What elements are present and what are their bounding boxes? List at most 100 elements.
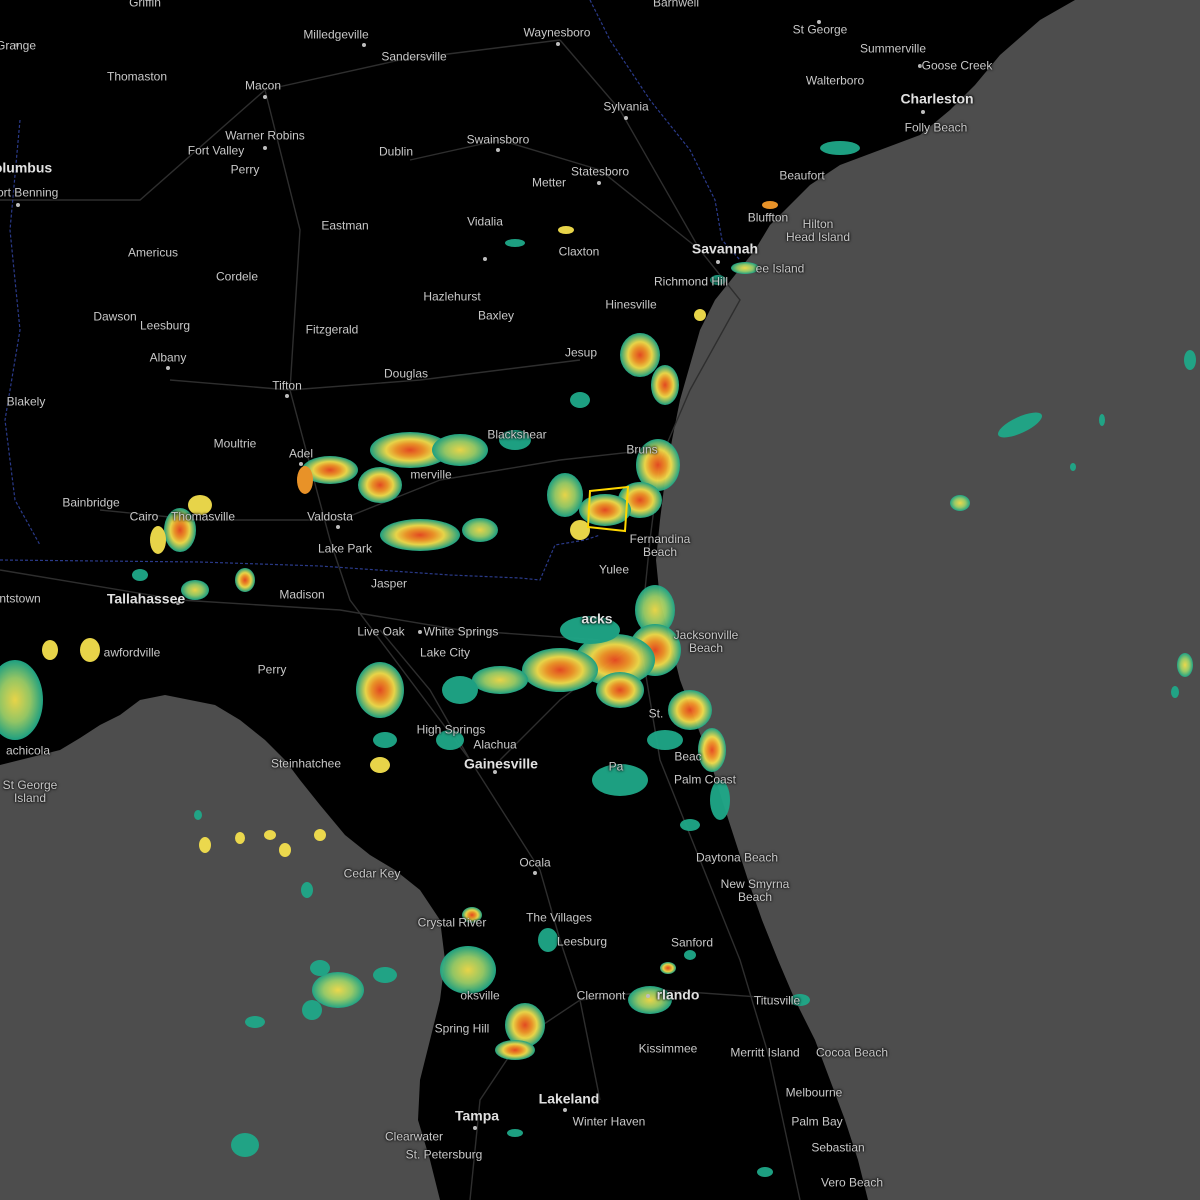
city-label-savannah: Savannah — [691, 240, 759, 257]
city-dot — [362, 43, 366, 47]
city-label-jacksonville-beach: Jacksonville Beach — [673, 628, 739, 655]
city-label-palatka: Pa — [608, 759, 624, 774]
city-label-jasper: Jasper — [370, 576, 408, 591]
city-dot — [263, 95, 267, 99]
radar-map[interactable]: Griffin Barnwell Grange Milledgeville Wa… — [0, 0, 1200, 1200]
city-label-lake-park: Lake Park — [317, 541, 373, 556]
city-label-white-springs: White Springs — [423, 624, 499, 639]
city-label-perry: Perry — [230, 162, 260, 177]
city-label-folly-beach: Folly Beach — [904, 120, 968, 135]
city-label-valdosta: Valdosta — [307, 509, 353, 524]
city-dot — [166, 366, 170, 370]
city-label-statesboro: Statesboro — [570, 164, 630, 179]
city-dot — [483, 257, 487, 261]
city-label-blackshear: Blackshear — [487, 427, 547, 442]
city-label-hazlehurst: Hazlehurst — [423, 289, 481, 304]
city-label-cairo: Cairo — [129, 509, 159, 524]
city-label-cedar-key: Cedar Key — [343, 866, 401, 881]
city-label-clearwater: Clearwater — [384, 1129, 444, 1144]
city-label-palm-coast: Palm Coast — [673, 772, 737, 787]
city-label-clermont: Clermont — [576, 988, 626, 1003]
city-label-st-george-island: St George Island — [2, 778, 58, 805]
city-label-live-oak: Live Oak — [357, 624, 405, 639]
city-label-tifton: Tifton — [272, 378, 302, 393]
city-label-brooksville: oksville — [460, 988, 500, 1003]
city-label-palm-bay: Palm Bay — [791, 1114, 843, 1129]
city-dot — [597, 181, 601, 185]
city-label-cocoa-beach: Cocoa Beach — [815, 1045, 889, 1060]
city-label-merritt-island: Merritt Island — [730, 1045, 800, 1060]
city-label-thomaston: Thomaston — [106, 69, 168, 84]
city-dot — [563, 1108, 567, 1112]
city-label-steinhatchee: Steinhatchee — [270, 756, 342, 771]
city-label-sanford: Sanford — [670, 935, 714, 950]
city-label-claxton: Claxton — [558, 244, 600, 259]
city-label-richmond-hill: Richmond Hill — [653, 274, 729, 289]
city-label-thomasville: Thomasville — [170, 509, 236, 524]
city-label-brunswick: Bruns — [626, 442, 658, 457]
city-label-walterboro: Walterboro — [805, 73, 865, 88]
city-label-apalachicola: achicola — [5, 743, 51, 758]
city-label-goose-creek: Goose Creek — [921, 58, 993, 73]
city-label-warner-robins: Warner Robins — [225, 128, 305, 143]
city-label-leesburg-fl: Leesburg — [556, 934, 608, 949]
city-label-staug-beach: Beac — [674, 749, 702, 764]
city-label-st-petersburg: St. Petersburg — [405, 1147, 483, 1162]
city-dot — [473, 1126, 477, 1130]
city-label-columbus: olumbus — [0, 159, 53, 176]
city-label-melbourne: Melbourne — [785, 1085, 843, 1100]
city-label-gainesville: Gainesville — [464, 755, 538, 772]
city-dot — [921, 110, 925, 114]
city-label-tallahassee: Tallahassee — [106, 590, 186, 607]
city-label-bainbridge: Bainbridge — [62, 495, 120, 510]
city-label-the-villages: The Villages — [526, 910, 592, 925]
city-label-summerville: Summerville — [859, 41, 927, 56]
city-label-quincy: ntstown — [0, 591, 41, 606]
city-label-douglas: Douglas — [383, 366, 429, 381]
city-dot — [556, 42, 560, 46]
city-dot — [624, 116, 628, 120]
city-label-barnwell: Barnwell — [652, 0, 700, 10]
city-label-fitzgerald: Fitzgerald — [305, 322, 359, 337]
city-label-macon: Macon — [244, 78, 282, 93]
city-label-adel: Adel — [288, 446, 314, 461]
city-dot — [533, 871, 537, 875]
city-label-st-augustine: St. — [648, 706, 664, 721]
city-label-alachua: Alachua — [473, 737, 517, 752]
city-label-daytona: Daytona Beach — [695, 850, 779, 865]
city-dot — [336, 525, 340, 529]
city-label-fernandina: Fernandina Beach — [629, 532, 691, 559]
city-label-fort-benning: Fort Benning — [0, 185, 59, 200]
city-dot — [496, 148, 500, 152]
city-label-tybee: ee Island — [755, 261, 805, 276]
city-dot — [299, 462, 303, 466]
city-label-fort-valley: Fort Valley — [187, 143, 245, 158]
city-label-albany: Albany — [149, 350, 187, 365]
city-label-jesup: Jesup — [564, 345, 598, 360]
city-label-hilton-head: Hilton Head Island — [785, 217, 851, 244]
city-label-sylvania: Sylvania — [603, 99, 649, 114]
city-label-homerville: merville — [410, 467, 452, 482]
city-label-st-george-sc: St George — [792, 22, 848, 37]
city-label-lake-city: Lake City — [419, 645, 471, 660]
city-label-crawfordville: awfordville — [103, 645, 161, 660]
city-dot — [16, 203, 20, 207]
city-dot — [716, 260, 720, 264]
city-label-lakeland: Lakeland — [538, 1090, 600, 1107]
city-label-charleston: Charleston — [900, 90, 974, 107]
city-label-blakely: Blakely — [6, 394, 46, 409]
city-dot — [285, 394, 289, 398]
city-label-dawson: Dawson — [93, 309, 137, 324]
city-label-moultrie: Moultrie — [213, 436, 257, 451]
city-label-eastman: Eastman — [321, 218, 369, 233]
city-label-dublin: Dublin — [378, 144, 414, 159]
city-label-kissimmee: Kissimmee — [638, 1041, 698, 1056]
city-label-tampa: Tampa — [454, 1107, 500, 1124]
city-label-orlando: rlando — [656, 986, 700, 1003]
city-label-bluffton: Bluffton — [747, 210, 789, 225]
city-dot — [418, 630, 422, 634]
city-dot — [646, 994, 650, 998]
city-label-leesburg-ga: Leesburg — [139, 318, 191, 333]
city-label-sebastian: Sebastian — [811, 1140, 865, 1155]
city-label-swainsboro: Swainsboro — [466, 132, 530, 147]
